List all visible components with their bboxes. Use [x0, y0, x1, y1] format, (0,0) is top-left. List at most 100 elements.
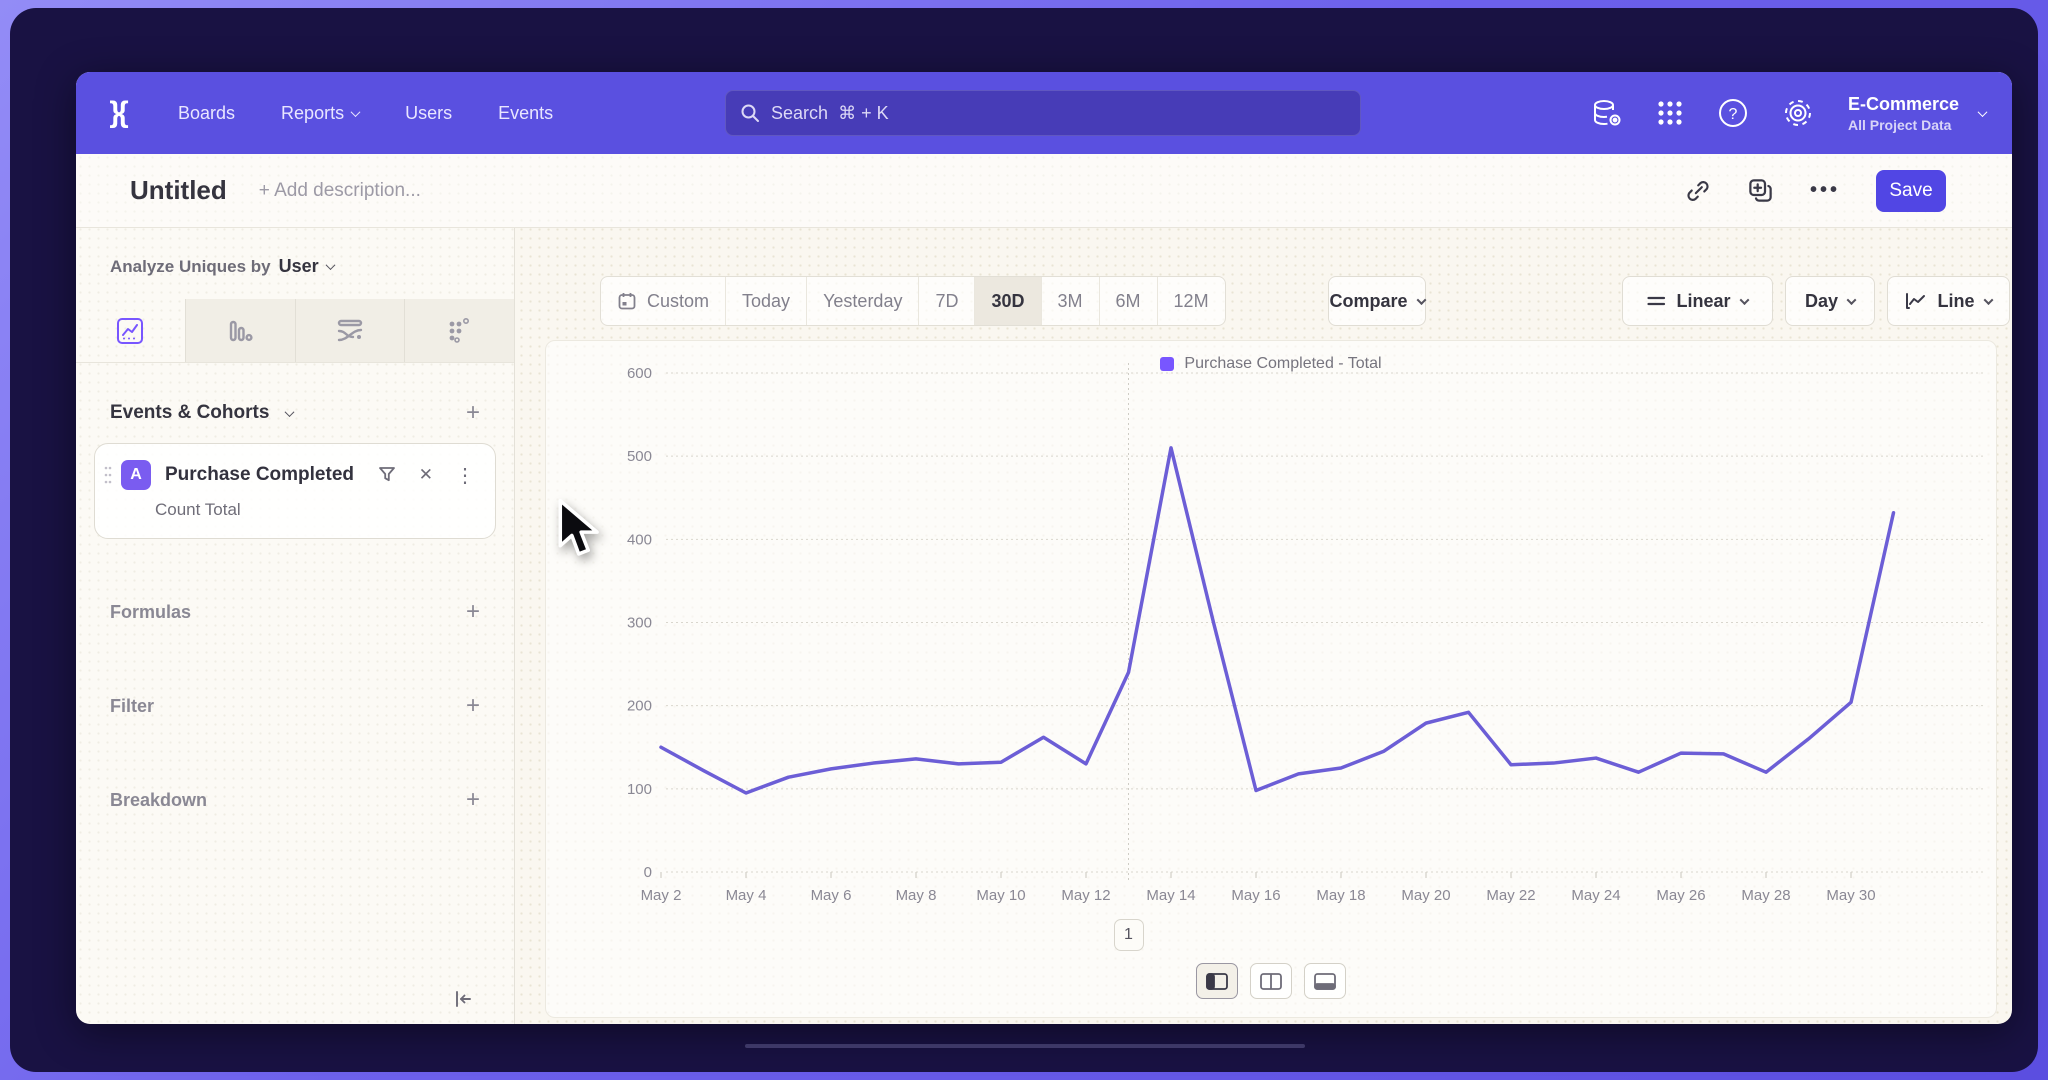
range-3m[interactable]: 3M — [1042, 277, 1100, 325]
drag-handle-icon[interactable] — [103, 464, 113, 486]
add-description[interactable]: + Add description... — [259, 180, 421, 202]
layout-split-horizontal-button[interactable] — [1196, 963, 1238, 999]
report-header: Untitled + Add description... ••• Save — [76, 154, 2012, 228]
flows-icon — [334, 316, 366, 346]
nav-item-reports[interactable]: Reports — [281, 103, 359, 124]
chevron-down-icon — [1416, 295, 1426, 305]
line-chart-icon — [1905, 292, 1927, 310]
tab-retention[interactable] — [405, 299, 514, 362]
layout-toggles — [546, 963, 1996, 999]
svg-text:?: ? — [1729, 106, 1738, 123]
event-name[interactable]: Purchase Completed — [165, 464, 377, 486]
report-main: Custom Today Yesterday 7D 30D 3M 6M 12M … — [515, 228, 2012, 1024]
range-7d[interactable]: 7D — [919, 277, 975, 325]
analyze-row: Analyze Uniques by User — [110, 256, 514, 277]
more-actions-icon[interactable]: ••• — [1810, 179, 1840, 202]
report-title[interactable]: Untitled — [130, 175, 227, 206]
event-options-icon[interactable]: ⋮ — [455, 463, 475, 488]
tab-funnels[interactable] — [186, 299, 296, 362]
chart-legend[interactable]: Purchase Completed - Total — [546, 355, 1996, 373]
annotation-badge[interactable]: 1 — [1114, 919, 1144, 951]
compare-button[interactable]: Compare — [1328, 276, 1426, 326]
help-icon[interactable]: ? — [1718, 98, 1748, 128]
header-actions: ••• Save — [1685, 170, 1946, 212]
chevron-down-icon — [1983, 295, 1993, 305]
duplicate-icon[interactable] — [1747, 177, 1774, 204]
interval-dropdown[interactable]: Day — [1785, 276, 1875, 326]
svg-text:500: 500 — [627, 448, 652, 465]
settings-gear-icon[interactable] — [1782, 97, 1814, 129]
svg-text:May 22: May 22 — [1486, 887, 1535, 904]
split-left-icon — [1206, 973, 1228, 990]
search-input[interactable]: Search ⌘ + K — [725, 90, 1361, 136]
svg-text:0: 0 — [644, 864, 652, 881]
range-today[interactable]: Today — [726, 277, 807, 325]
remove-event-icon[interactable]: ✕ — [419, 465, 433, 485]
range-6m[interactable]: 6M — [1100, 277, 1158, 325]
events-cohorts-header: Events & Cohorts + — [110, 401, 480, 425]
svg-text:300: 300 — [627, 615, 652, 632]
event-metric[interactable]: Count Total — [155, 500, 479, 520]
chevron-down-icon — [1739, 295, 1749, 305]
analyze-value-dropdown[interactable]: User — [279, 256, 334, 277]
tab-insights[interactable] — [76, 299, 186, 362]
chevron-down-icon — [1978, 107, 1988, 117]
app-window: }{ Boards Reports Users Events Search ⌘ … — [76, 72, 2012, 1024]
event-letter-badge: A — [121, 460, 151, 490]
range-yesterday[interactable]: Yesterday — [807, 277, 919, 325]
event-card[interactable]: A Purchase Completed ✕ ⋮ Count Total — [94, 443, 496, 539]
svg-text:May 6: May 6 — [811, 887, 852, 904]
bottom-dock-icon — [1314, 973, 1336, 990]
project-name: E-Commerce — [1848, 94, 1959, 115]
mixpanel-logo-icon[interactable]: }{ — [100, 96, 134, 130]
apps-grid-icon[interactable] — [1656, 99, 1684, 127]
layout-bottom-panel-button[interactable] — [1304, 963, 1346, 999]
svg-text:200: 200 — [627, 698, 652, 715]
search-placeholder: Search ⌘ + K — [771, 103, 889, 124]
chart-panel: Purchase Completed - Total 0100200300400… — [545, 340, 1997, 1018]
add-formula-button[interactable]: + — [466, 600, 480, 624]
split-columns-icon — [1260, 973, 1282, 990]
range-custom[interactable]: Custom — [601, 277, 726, 325]
nav-item-events[interactable]: Events — [498, 103, 553, 124]
line-chart[interactable]: 0100200300400500600May 2May 4May 6May 8M… — [546, 341, 1998, 1019]
add-event-button[interactable]: + — [466, 401, 480, 425]
svg-text:May 10: May 10 — [976, 887, 1025, 904]
add-breakdown-button[interactable]: + — [466, 788, 480, 812]
collapse-sidebar-icon[interactable] — [452, 988, 474, 1010]
svg-text:May 30: May 30 — [1826, 887, 1875, 904]
chevron-down-icon — [325, 260, 335, 270]
filter-funnel-icon[interactable] — [377, 465, 397, 485]
nav-right-cluster: ? E-Commerce All Project Data — [1592, 72, 1986, 154]
copy-link-icon[interactable] — [1685, 178, 1711, 204]
range-12m[interactable]: 12M — [1158, 277, 1225, 325]
chart-controls-row: Custom Today Yesterday 7D 30D 3M 6M 12M … — [600, 276, 2012, 326]
nav-item-users[interactable]: Users — [405, 103, 452, 124]
data-management-icon[interactable] — [1592, 99, 1622, 127]
layout-split-vertical-button[interactable] — [1250, 963, 1292, 999]
linear-scale-icon — [1647, 294, 1666, 308]
scale-dropdown[interactable]: Linear — [1622, 276, 1773, 326]
date-range-group: Custom Today Yesterday 7D 30D 3M 6M 12M — [600, 276, 1226, 326]
visualization-tabs — [76, 299, 514, 363]
save-button[interactable]: Save — [1876, 170, 1946, 212]
range-30d[interactable]: 30D — [975, 277, 1041, 325]
calendar-icon — [617, 291, 637, 311]
svg-text:May 12: May 12 — [1061, 887, 1110, 904]
dock-indicator — [745, 1044, 1305, 1048]
breakdown-label: Breakdown — [110, 790, 207, 811]
tab-flows[interactable] — [296, 299, 406, 362]
formulas-section: Formulas + — [110, 565, 480, 659]
chevron-down-icon — [351, 107, 361, 117]
breakdown-section: Breakdown + — [110, 753, 480, 847]
svg-text:May 16: May 16 — [1231, 887, 1280, 904]
events-cohorts-title[interactable]: Events & Cohorts — [110, 402, 293, 424]
add-filter-button[interactable]: + — [466, 694, 480, 718]
svg-text:May 4: May 4 — [726, 887, 767, 904]
project-subtitle: All Project Data — [1848, 117, 1959, 133]
svg-text:May 18: May 18 — [1316, 887, 1365, 904]
insights-line-chart-icon — [115, 316, 145, 346]
nav-item-boards[interactable]: Boards — [178, 103, 235, 124]
chart-type-dropdown[interactable]: Line — [1887, 276, 2010, 326]
project-selector[interactable]: E-Commerce All Project Data — [1848, 94, 1986, 133]
